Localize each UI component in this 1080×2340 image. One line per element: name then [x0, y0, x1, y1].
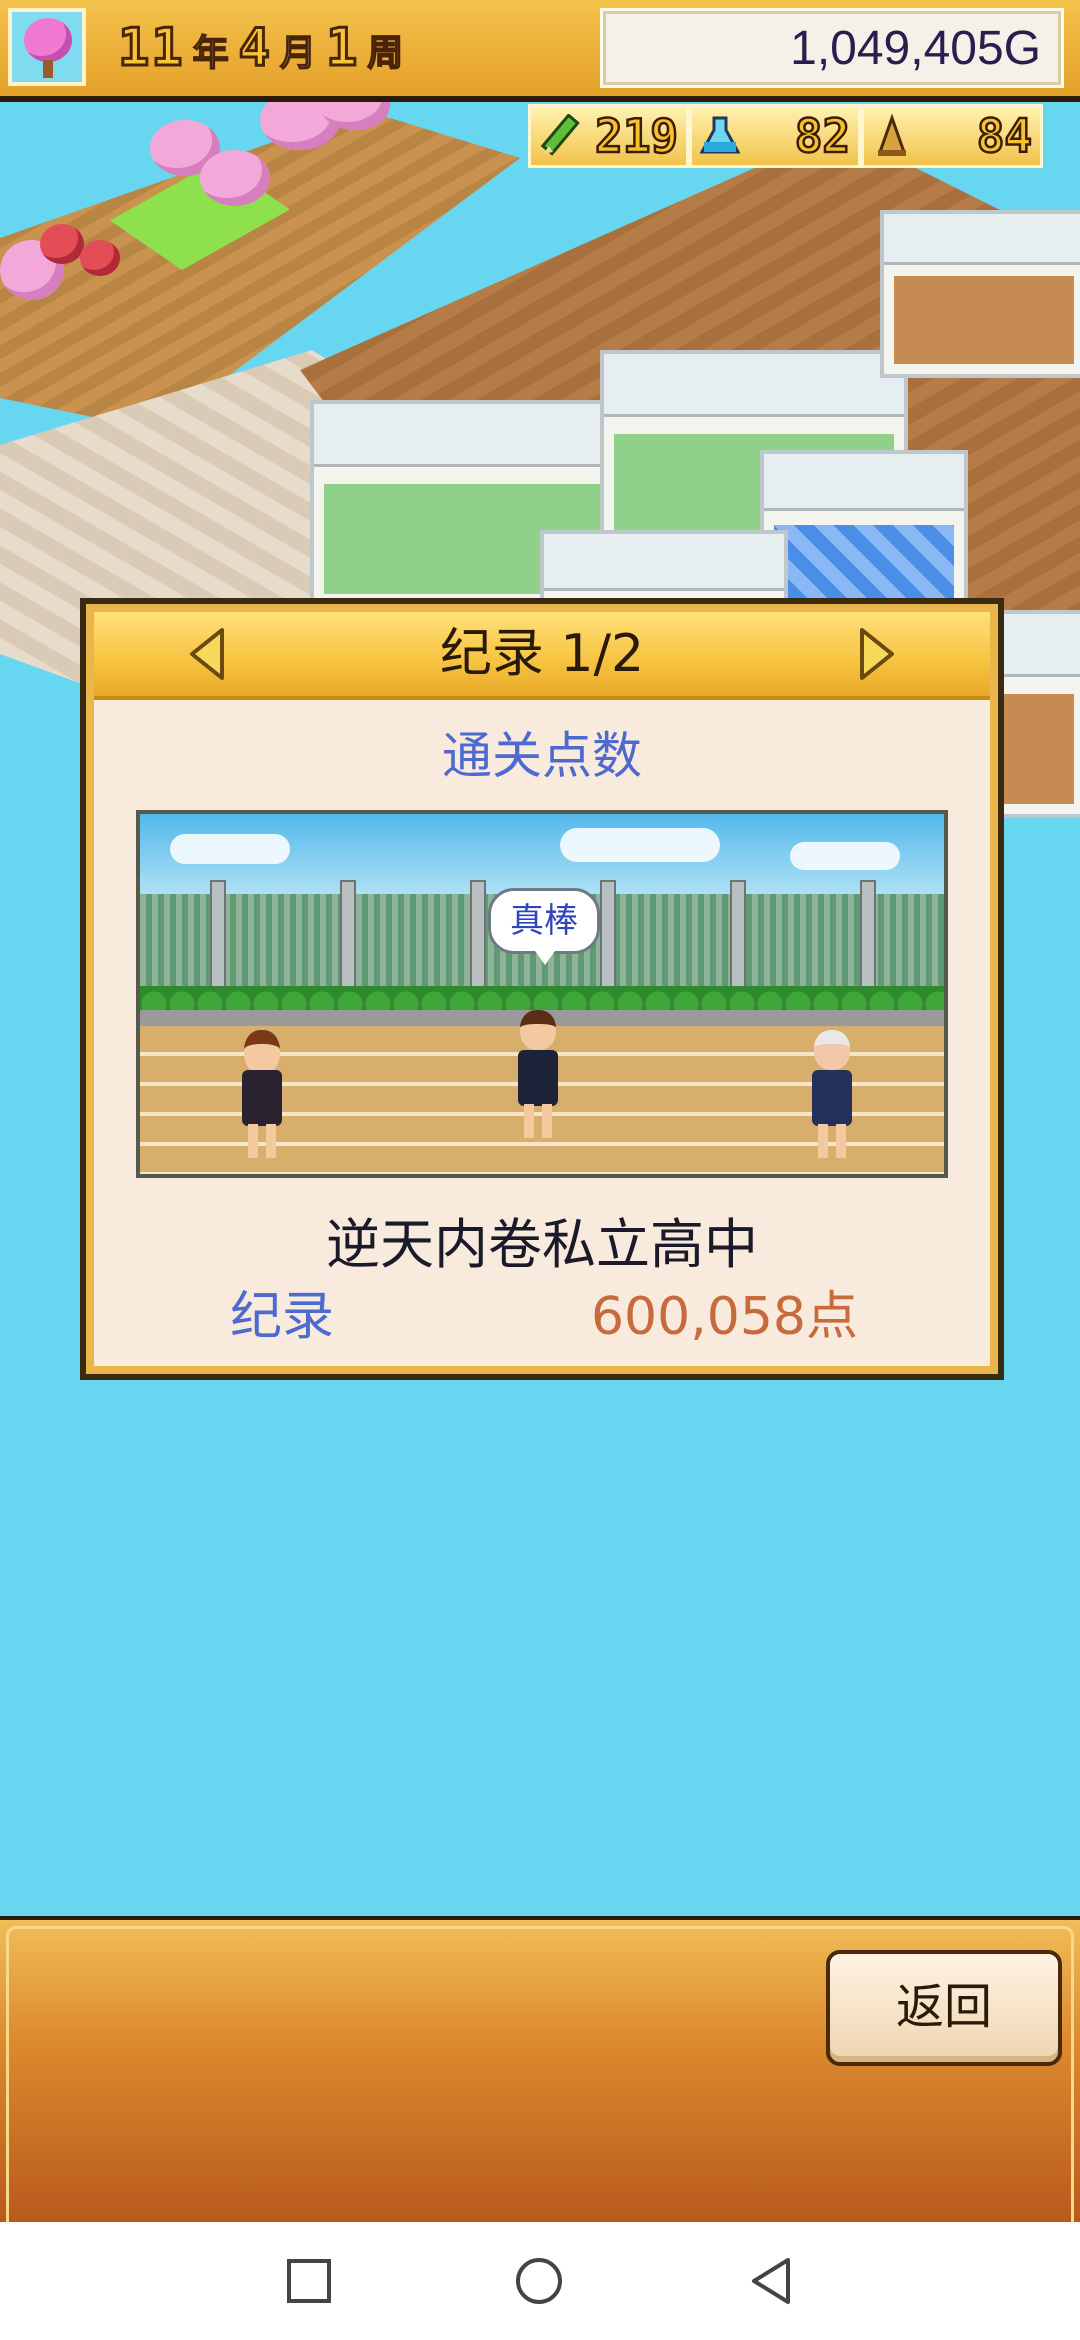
week-number: 1: [324, 17, 360, 80]
game-date: 11 年 4 月 1 周: [117, 17, 413, 80]
month-number: 4: [237, 17, 272, 80]
prev-record-arrow-icon[interactable]: [182, 626, 238, 682]
record-value: 600,058点: [590, 1287, 858, 1347]
principal: [808, 1030, 856, 1160]
cloud: [790, 842, 900, 870]
cloud: [170, 834, 290, 864]
office-room: [880, 210, 1080, 378]
record-dialog: 纪录 1/2 通关点数 真棒 逆天内卷私立高中 纪录 600,058点: [80, 598, 1004, 1380]
red-tree: [40, 224, 84, 264]
stat-flask-value: 82: [793, 108, 851, 165]
record-illustration: 真棒: [136, 810, 948, 1178]
red-tree: [80, 240, 120, 276]
student-girl: [238, 1030, 286, 1160]
record-category: 通关点数: [442, 727, 642, 785]
trophy-icon: [864, 107, 920, 165]
back-button[interactable]: 返回: [826, 1950, 1062, 2066]
stat-flask: 82: [689, 104, 862, 168]
stat-pencil: 219: [528, 104, 690, 168]
cloud: [560, 828, 720, 862]
month-unit: 月: [279, 32, 317, 75]
year-unit: 年: [192, 32, 230, 75]
next-record-arrow-icon[interactable]: [846, 626, 902, 682]
flask-icon: [692, 107, 748, 165]
top-hud: 11 年 4 月 1 周 1,049,405G: [0, 0, 1080, 102]
year-number: 11: [117, 17, 185, 80]
square-icon[interactable]: [284, 2256, 334, 2306]
stat-trophy-value: 84: [975, 108, 1033, 165]
circle-icon[interactable]: [514, 2256, 564, 2306]
pencil-icon: [531, 107, 587, 165]
speech-bubble: 真棒: [488, 888, 600, 965]
week-unit: 周: [367, 32, 405, 75]
student-boy: [514, 1010, 562, 1140]
triangle-back-icon[interactable]: [746, 2256, 796, 2306]
stats-bar: 219 82 84: [528, 104, 1049, 174]
record-label: 纪录: [230, 1287, 335, 1347]
school-name: 逆天内卷私立高中: [326, 1213, 758, 1276]
bottom-panel: 返回: [0, 1916, 1080, 2222]
money-value: 1,049,405G: [790, 22, 1041, 75]
money-display: 1,049,405G: [600, 8, 1064, 88]
stat-pencil-value: 219: [594, 108, 680, 165]
cherry-tree-icon[interactable]: [8, 8, 86, 86]
stat-trophy: 84: [861, 104, 1044, 168]
system-nav-bar: [0, 2222, 1080, 2340]
dialog-header: 纪录 1/2: [94, 612, 990, 700]
bushes: [140, 986, 944, 1012]
cherry-tree: [200, 150, 270, 206]
